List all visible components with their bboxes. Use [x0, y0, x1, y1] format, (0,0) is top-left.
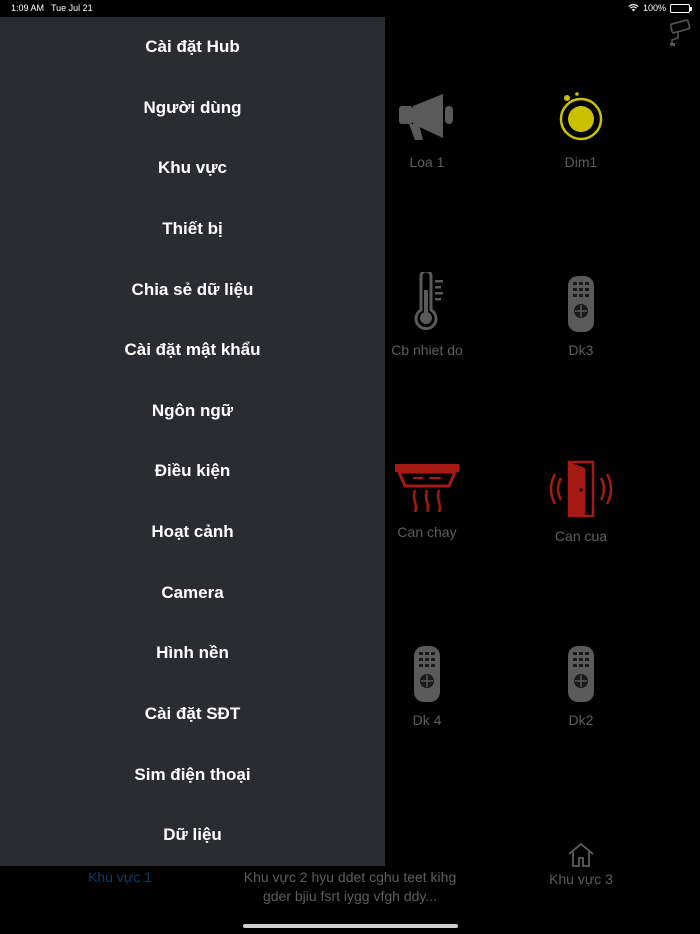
home-indicator[interactable]: [243, 924, 458, 928]
menu-item-conditions[interactable]: Điều kiện: [0, 451, 385, 491]
tab-label: Khu vực 3: [549, 871, 613, 887]
thermometer-icon: [414, 272, 443, 331]
menu-item-users[interactable]: Người dùng: [0, 88, 385, 128]
device-tile[interactable]: Dk3: [511, 276, 651, 358]
status-time: 1:09 AM: [11, 3, 45, 13]
tab-khu-vuc-3[interactable]: Khu vực 3: [530, 842, 632, 889]
menu-item-camera[interactable]: Camera: [0, 573, 385, 613]
remote-icon: [414, 646, 440, 702]
battery-icon: [670, 3, 692, 13]
device-label: Dim1: [564, 154, 598, 170]
menu-item-hub-settings[interactable]: Cài đặt Hub: [0, 27, 385, 67]
device-label: Dk3: [568, 342, 594, 358]
device-tile[interactable]: Can cua: [511, 460, 651, 544]
menu-item-data-sharing[interactable]: Chia sẻ dữ liệu: [0, 270, 385, 310]
cctv-camera-icon[interactable]: [668, 18, 692, 48]
menu-item-data[interactable]: Dữ liệu: [0, 815, 385, 855]
battery-percent: 100%: [642, 3, 666, 13]
speaker-icon: [399, 94, 453, 140]
device-label: Dk2: [568, 712, 594, 728]
device-label: Can cua: [554, 528, 608, 544]
status-date: Tue Jul 21: [51, 3, 93, 13]
home-icon: [568, 842, 594, 867]
status-bar: 1:09 AM Tue Jul 21 100%: [0, 0, 700, 17]
device-tile[interactable]: Dim1: [511, 92, 651, 170]
remote-icon: [568, 646, 594, 702]
dimmer-icon: [559, 92, 603, 141]
device-tile[interactable]: Dk2: [511, 646, 651, 728]
tab-khu-vuc-1[interactable]: Khu vực 1: [70, 868, 170, 887]
remote-icon: [568, 276, 594, 332]
menu-item-phone-settings[interactable]: Cài đặt SĐT: [0, 694, 385, 734]
wifi-icon: [628, 4, 639, 12]
menu-item-areas[interactable]: Khu vực: [0, 148, 385, 188]
status-right: 100%: [628, 3, 692, 13]
menu-item-language[interactable]: Ngôn ngữ: [0, 391, 385, 431]
menu-item-scenes[interactable]: Hoạt cảnh: [0, 512, 385, 552]
menu-item-sim[interactable]: Sim điện thoại: [0, 755, 385, 795]
fire-sensor-icon: [395, 464, 459, 513]
menu-item-devices[interactable]: Thiết bị: [0, 209, 385, 249]
door-sensor-icon: [549, 460, 613, 518]
menu-item-password-settings[interactable]: Cài đặt mật khẩu: [0, 330, 385, 370]
menu-item-wallpaper[interactable]: Hình nền: [0, 633, 385, 673]
side-menu: Cài đặt Hub Người dùng Khu vực Thiết bị …: [0, 17, 385, 866]
tab-khu-vuc-2[interactable]: Khu vực 2 hyu ddet cghu teet kihg gder b…: [230, 868, 470, 906]
